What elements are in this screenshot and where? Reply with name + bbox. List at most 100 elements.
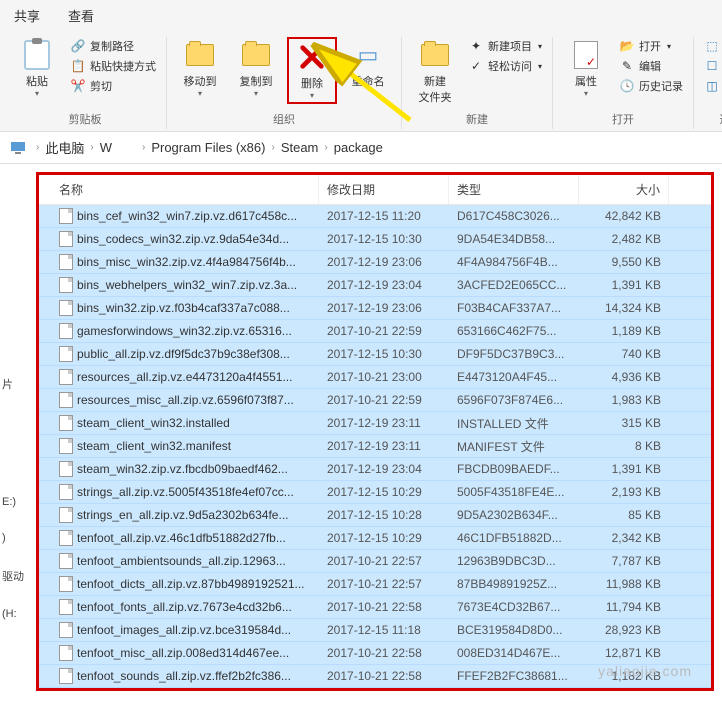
history-icon: 🕓 [619,78,635,94]
paste-button[interactable]: 粘贴 ▾ [12,37,62,100]
file-type: 008ED314D467E... [449,646,579,660]
table-row[interactable]: bins_webhelpers_win32_win7.zip.vz.3a...2… [39,274,711,297]
sidebar-h-drive[interactable]: (H: [0,596,28,632]
column-name[interactable]: 名称 [39,175,319,204]
file-icon [59,599,73,615]
table-row[interactable]: tenfoot_all.zip.vz.46c1dfb51882d27fb...2… [39,527,711,550]
file-name: resources_misc_all.zip.vz.6596f073f87... [77,393,294,407]
crumb-folder2[interactable]: Steam [281,140,319,155]
group-label-organize: 组织 [273,111,295,129]
table-row[interactable]: bins_cef_win32_win7.zip.vz.d617c458c...2… [39,205,711,228]
file-date: 2017-10-21 22:58 [319,646,449,660]
file-name: strings_all.zip.vz.5005f43518fe4ef07cc..… [77,485,294,499]
paste-shortcut-button[interactable]: 📋 粘贴快捷方式 [68,57,158,75]
file-size: 1,391 KB [579,278,669,292]
crumb-drive[interactable]: W [100,140,112,155]
file-size: 7,787 KB [579,554,669,568]
file-date: 2017-12-15 11:20 [319,209,449,223]
table-row[interactable]: resources_misc_all.zip.vz.6596f073f87...… [39,389,711,412]
table-row[interactable]: bins_misc_win32.zip.vz.4f4a984756f4b...2… [39,251,711,274]
file-date: 2017-10-21 23:00 [319,370,449,384]
table-row[interactable]: steam_client_win32.manifest2017-12-19 23… [39,435,711,458]
table-row[interactable]: tenfoot_images_all.zip.vz.bce319584d...2… [39,619,711,642]
sidebar-pictures[interactable]: 片 [0,364,28,404]
sidebar-drive-label[interactable]: 驱动 [0,556,28,596]
file-type: 12963B9DBC3D... [449,554,579,568]
new-item-icon: ✦ [468,38,484,54]
table-row[interactable]: strings_all.zip.vz.5005f43518fe4ef07cc..… [39,481,711,504]
file-type: 653166C462F75... [449,324,579,338]
table-row[interactable]: gamesforwindows_win32.zip.vz.65316...201… [39,320,711,343]
file-date: 2017-12-19 23:06 [319,301,449,315]
table-row[interactable]: strings_en_all.zip.vz.9d5a2302b634fe...2… [39,504,711,527]
sidebar-e-drive[interactable]: E:) [0,484,28,520]
file-type: FFEF2B2FC38681... [449,669,579,683]
edit-button[interactable]: ✎ 编辑 [617,57,685,75]
table-row[interactable]: tenfoot_ambientsounds_all.zip.12963...20… [39,550,711,573]
file-date: 2017-12-19 23:11 [319,439,449,453]
select-none-icon: ☐ [704,58,720,74]
table-row[interactable]: tenfoot_sounds_all.zip.vz.ffef2b2fc386..… [39,665,711,688]
move-to-button[interactable]: 移动到 ▾ [175,37,225,100]
file-size: 1,983 KB [579,393,669,407]
file-icon [59,392,73,408]
cut-button[interactable]: ✂️ 剪切 [68,77,158,95]
delete-x-icon [298,43,326,71]
file-date: 2017-12-19 23:06 [319,255,449,269]
file-size: 42,842 KB [579,209,669,223]
file-icon [59,346,73,362]
delete-button[interactable]: 删除 ▾ [287,37,337,104]
column-date[interactable]: 修改日期 [319,175,449,204]
file-icon [59,553,73,569]
table-row[interactable]: bins_win32.zip.vz.f03b4caf337a7c088...20… [39,297,711,320]
file-type: F03B4CAF337A7... [449,301,579,315]
tab-view[interactable]: 查看 [62,4,100,27]
table-row[interactable]: public_all.zip.vz.df9f5dc37b9c38ef308...… [39,343,711,366]
table-row[interactable]: steam_client_win32.installed2017-12-19 2… [39,412,711,435]
file-type: 4F4A984756F4B... [449,255,579,269]
file-icon [59,645,73,661]
file-icon [59,277,73,293]
group-new: 新建 文件夹 ✦ 新建项目▾ ✓ 轻松访问▾ 新建 [402,37,553,129]
file-date: 2017-10-21 22:57 [319,554,449,568]
table-row[interactable]: tenfoot_misc_all.zip.008ed314d467ee...20… [39,642,711,665]
select-none-button[interactable]: ☐ 全部取 [702,57,722,75]
copy-path-button[interactable]: 🔗 复制路径 [68,37,158,55]
table-row[interactable]: resources_all.zip.vz.e4473120a4f4551...2… [39,366,711,389]
sidebar: 片 E:) ) 驱动 (H: [0,164,28,632]
file-name: strings_en_all.zip.vz.9d5a2302b634fe... [77,508,288,522]
sidebar-removable[interactable]: ) [0,520,28,556]
crumb-pc[interactable]: 此电脑 [45,138,84,157]
file-size: 8 KB [579,439,669,453]
properties-button[interactable]: ✓ 属性 ▾ [561,37,611,100]
select-all-button[interactable]: ⬚ 全部选 [702,37,722,55]
table-row[interactable]: steam_win32.zip.vz.fbcdb09baedf462...201… [39,458,711,481]
table-row[interactable]: bins_codecs_win32.zip.vz.9da54e34d...201… [39,228,711,251]
crumb-folder1[interactable]: Program Files (x86) [151,140,265,155]
file-icon [59,576,73,592]
column-size[interactable]: 大小 [579,175,669,204]
file-size: 85 KB [579,508,669,522]
rename-button[interactable]: ▭ 重命名 [343,37,393,91]
ribbon: 共享 查看 粘贴 ▾ 🔗 复制路径 📋 粘贴快捷方式 [0,0,722,132]
table-row[interactable]: tenfoot_dicts_all.zip.vz.87bb4989192521.… [39,573,711,596]
open-button[interactable]: 📂 打开▾ [617,37,685,55]
file-icon [59,461,73,477]
group-label-new: 新建 [466,111,488,129]
crumb-folder3[interactable]: package [334,140,383,155]
column-type[interactable]: 类型 [449,175,579,204]
history-button[interactable]: 🕓 历史记录 [617,77,685,95]
breadcrumb[interactable]: › 此电脑 › W › Program Files (x86) › Steam … [0,132,722,164]
file-name: public_all.zip.vz.df9f5dc37b9c38ef308... [77,347,290,361]
tab-share[interactable]: 共享 [8,4,46,27]
properties-icon: ✓ [570,39,602,71]
file-date: 2017-12-19 23:11 [319,416,449,430]
new-item-button[interactable]: ✦ 新建项目▾ [466,37,544,55]
new-folder-button[interactable]: 新建 文件夹 [410,37,460,107]
table-row[interactable]: tenfoot_fonts_all.zip.vz.7673e4cd32b6...… [39,596,711,619]
path-icon: 🔗 [70,38,86,54]
invert-selection-button[interactable]: ◫ 反向选 [702,77,722,95]
copy-to-button[interactable]: 复制到 ▾ [231,37,281,100]
file-type: 7673E4CD32B67... [449,600,579,614]
easy-access-button[interactable]: ✓ 轻松访问▾ [466,57,544,75]
